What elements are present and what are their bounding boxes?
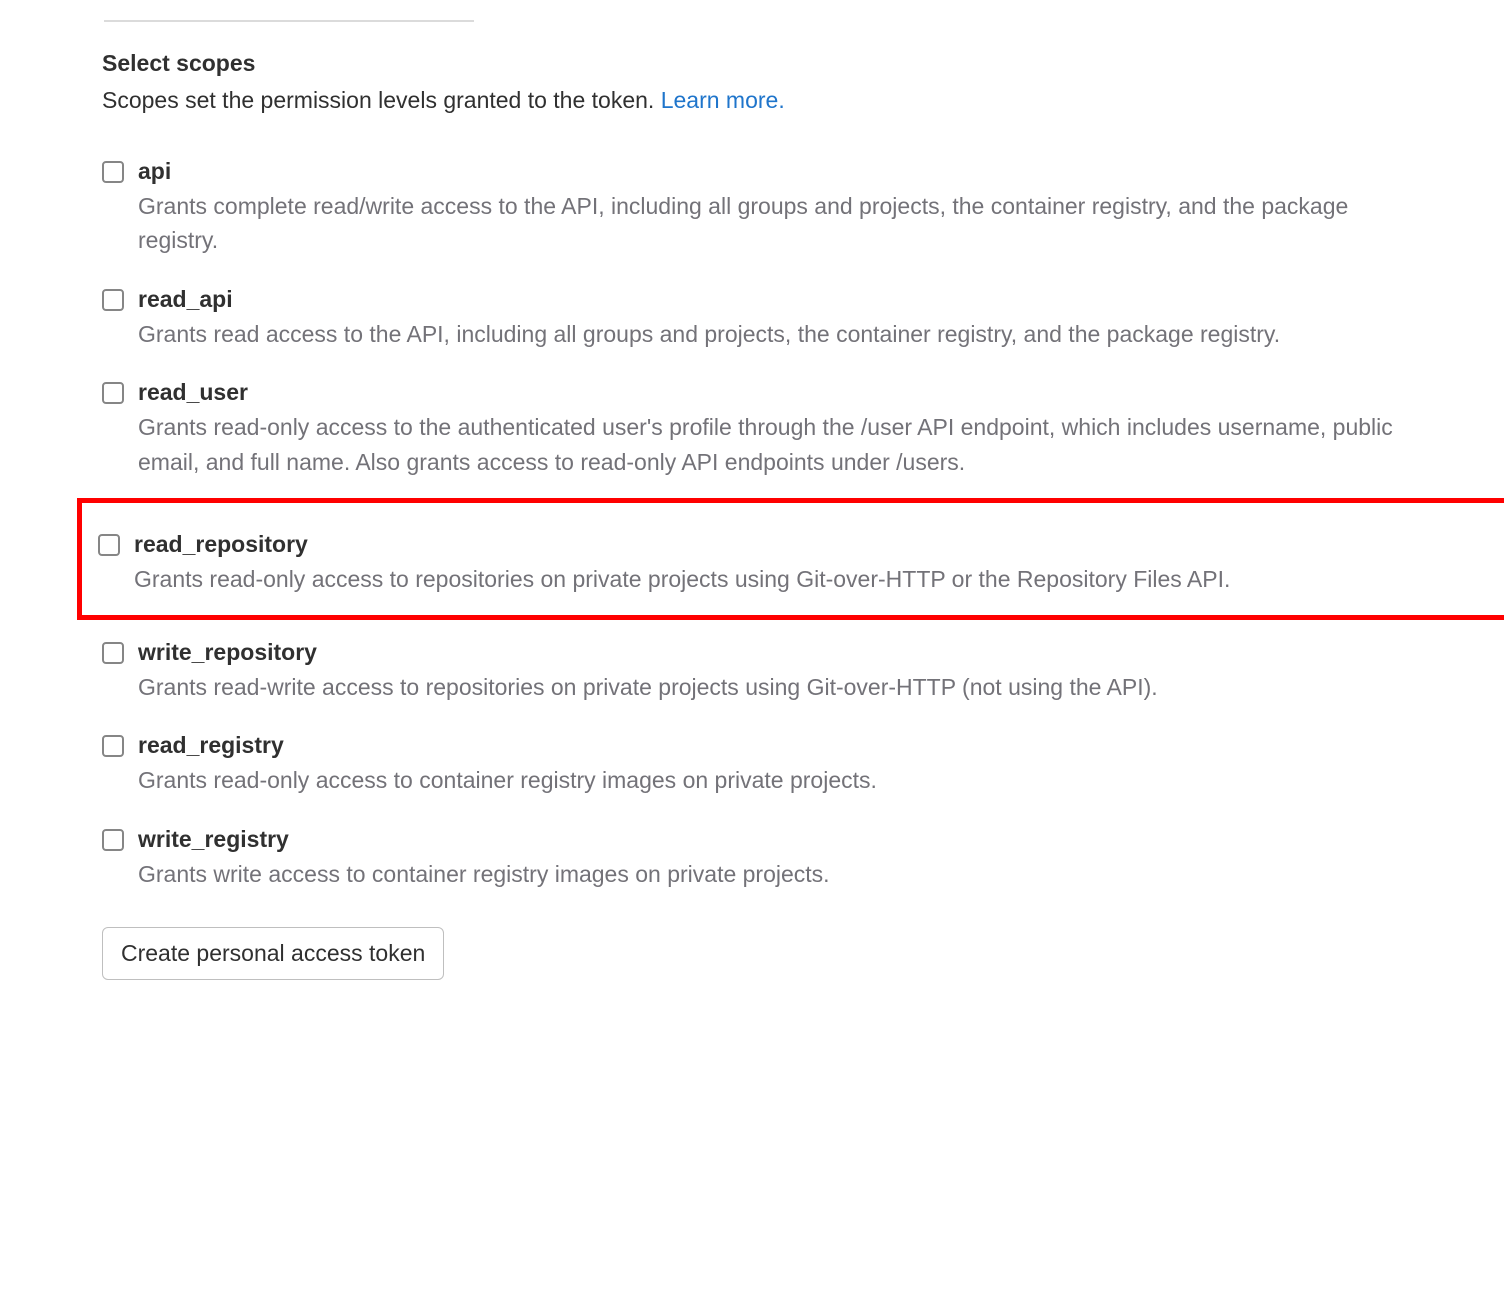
scope-description-read-repository: Grants read-only access to repositories … — [134, 562, 1504, 597]
learn-more-link[interactable]: Learn more. — [661, 87, 785, 113]
checkbox-read-api[interactable] — [102, 289, 124, 311]
scope-label-write-repository[interactable]: write_repository — [138, 639, 1402, 666]
scope-description-read-user: Grants read-only access to the authentic… — [138, 410, 1402, 479]
scope-description-write-registry: Grants write access to container registr… — [138, 857, 1402, 892]
scope-content: write_repository Grants read-write acces… — [138, 639, 1402, 705]
scope-label-write-registry[interactable]: write_registry — [138, 826, 1402, 853]
scope-content: read_registry Grants read-only access to… — [138, 732, 1402, 798]
scopes-subtitle-text: Scopes set the permission levels granted… — [102, 87, 661, 113]
scope-content: read_repository Grants read-only access … — [134, 531, 1504, 597]
scope-item-read-user: read_user Grants read-only access to the… — [102, 379, 1402, 479]
scope-description-read-registry: Grants read-only access to container reg… — [138, 763, 1402, 798]
scope-content: read_user Grants read-only access to the… — [138, 379, 1402, 479]
scope-item-read-api: read_api Grants read access to the API, … — [102, 286, 1402, 352]
scope-item-api: api Grants complete read/write access to… — [102, 158, 1402, 258]
scope-label-read-user[interactable]: read_user — [138, 379, 1402, 406]
scope-label-api[interactable]: api — [138, 158, 1402, 185]
scope-description-read-api: Grants read access to the API, including… — [138, 317, 1402, 352]
checkbox-write-repository[interactable] — [102, 642, 124, 664]
scope-content: write_registry Grants write access to co… — [138, 826, 1402, 892]
scope-description-api: Grants complete read/write access to the… — [138, 189, 1402, 258]
create-token-button[interactable]: Create personal access token — [102, 927, 444, 980]
scope-list: api Grants complete read/write access to… — [102, 158, 1402, 892]
checkbox-read-user[interactable] — [102, 382, 124, 404]
scope-item-write-registry: write_registry Grants write access to co… — [102, 826, 1402, 892]
scope-label-read-registry[interactable]: read_registry — [138, 732, 1402, 759]
checkbox-write-registry[interactable] — [102, 829, 124, 851]
scope-content: api Grants complete read/write access to… — [138, 158, 1402, 258]
checkbox-read-registry[interactable] — [102, 735, 124, 757]
scope-item-read-registry: read_registry Grants read-only access to… — [102, 732, 1402, 798]
scope-item-write-repository: write_repository Grants read-write acces… — [102, 639, 1402, 705]
scopes-title: Select scopes — [102, 50, 1402, 77]
scope-content: read_api Grants read access to the API, … — [138, 286, 1402, 352]
scope-label-read-api[interactable]: read_api — [138, 286, 1402, 313]
scope-description-write-repository: Grants read-write access to repositories… — [138, 670, 1402, 705]
checkbox-api[interactable] — [102, 161, 124, 183]
scope-item-read-repository: read_repository Grants read-only access … — [82, 503, 1504, 615]
scopes-subtitle: Scopes set the permission levels granted… — [102, 83, 1402, 118]
checkbox-read-repository[interactable] — [98, 534, 120, 556]
scope-label-read-repository[interactable]: read_repository — [134, 531, 1504, 558]
top-divider — [104, 20, 474, 22]
